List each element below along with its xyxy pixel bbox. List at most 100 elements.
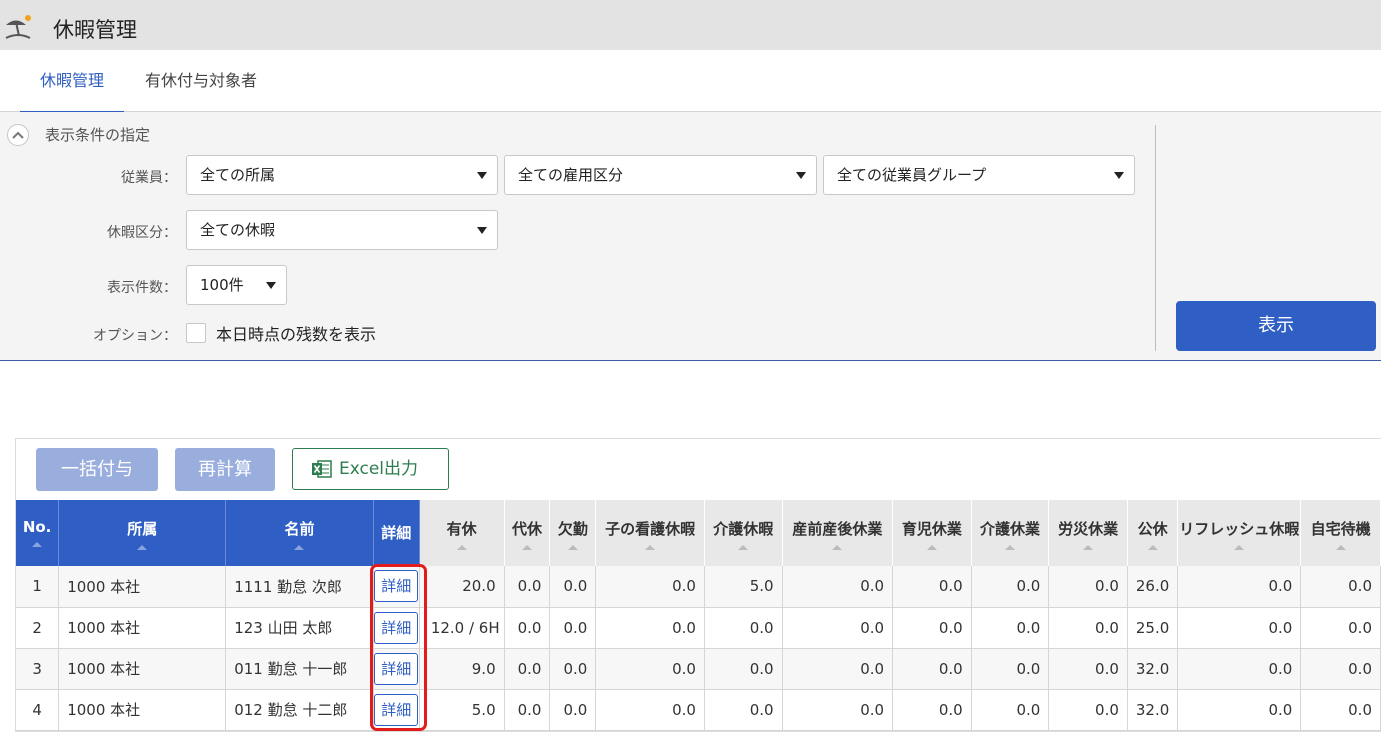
- employee-group-select[interactable]: 全ての従業員グループ: [823, 155, 1135, 195]
- caret-down-icon: [266, 282, 276, 289]
- cell-detail: 詳細: [373, 689, 420, 731]
- filter-section-title: 表示条件の指定: [45, 126, 151, 144]
- employment-type-select[interactable]: 全ての雇用区分: [504, 155, 817, 195]
- sort-icon: [832, 545, 843, 550]
- remaining-today-checkbox-label[interactable]: 本日時点の残数を表示: [216, 321, 376, 345]
- column-header-care-leave[interactable]: 介護休暇: [704, 500, 783, 566]
- cell-detail: 詳細: [373, 566, 420, 608]
- cell-absence: 0.0: [549, 689, 597, 731]
- column-header-public-holiday[interactable]: 公休: [1127, 500, 1179, 566]
- sort-icon: [645, 545, 656, 550]
- cell-refresh-leave: 0.0: [1177, 566, 1302, 608]
- count-label: 表示件数：: [107, 280, 177, 296]
- divider: [1155, 125, 1156, 351]
- excel-icon: [312, 460, 332, 478]
- cell-child-nursing: 0.0: [595, 689, 705, 731]
- column-header-name[interactable]: 名前: [225, 500, 374, 566]
- cell-nursing-care: 0.0: [971, 648, 1050, 690]
- cell-name: 011 勤怠 十一郎: [225, 648, 374, 690]
- cell-work-injury: 0.0: [1048, 566, 1128, 608]
- excel-export-button[interactable]: Excel出力: [292, 448, 449, 490]
- cell-compensatory: 0.0: [504, 566, 551, 608]
- cell-care-leave: 5.0: [704, 566, 783, 608]
- cell-care-leave: 0.0: [704, 607, 783, 649]
- column-header-compensatory[interactable]: 代休: [504, 500, 551, 566]
- table-header-row: No. 所属 名前 詳細 有休 代休 欠勤 子の看護休暇 介護休暇 産前産後休業…: [16, 500, 1381, 566]
- column-header-no[interactable]: No.: [16, 500, 60, 566]
- cell-refresh-leave: 0.0: [1177, 689, 1302, 731]
- column-header-refresh-leave[interactable]: リフレッシュ休暇: [1177, 500, 1302, 566]
- cell-paid-leave: 12.0 / 6H: [419, 607, 505, 649]
- sort-icon: [1004, 545, 1015, 550]
- sort-icon: [522, 545, 533, 550]
- remaining-today-checkbox[interactable]: [186, 323, 206, 343]
- column-header-child-nursing[interactable]: 子の看護休暇: [595, 500, 705, 566]
- column-header-paid-leave[interactable]: 有休: [419, 500, 505, 566]
- cell-absence: 0.0: [549, 648, 597, 690]
- cell-work-injury: 0.0: [1048, 689, 1128, 731]
- cell-child-nursing: 0.0: [595, 566, 705, 608]
- cell-child-nursing: 0.0: [595, 648, 705, 690]
- column-header-work-injury[interactable]: 労災休業: [1048, 500, 1128, 566]
- count-select[interactable]: 100件: [186, 265, 287, 305]
- chevron-up-icon: [12, 131, 24, 139]
- cell-refresh-leave: 0.0: [1177, 648, 1302, 690]
- cell-affiliation: 1000 本社: [58, 607, 227, 649]
- cell-detail: 詳細: [373, 607, 420, 649]
- column-header-absence[interactable]: 欠勤: [549, 500, 597, 566]
- sort-icon: [1147, 545, 1158, 550]
- sort-icon: [294, 545, 305, 550]
- leave-type-select[interactable]: 全ての休暇: [186, 210, 498, 250]
- cell-home-standby: 0.0: [1300, 566, 1381, 608]
- cell-childcare: 0.0: [892, 648, 972, 690]
- cell-work-injury: 0.0: [1048, 607, 1128, 649]
- cell-compensatory: 0.0: [504, 648, 551, 690]
- cell-absence: 0.0: [549, 607, 597, 649]
- leave-type-select-value: 全ての休暇: [200, 221, 276, 239]
- cell-no: 1: [16, 566, 60, 608]
- sort-icon: [456, 545, 467, 550]
- column-header-maternity[interactable]: 産前産後休業: [782, 500, 894, 566]
- cell-compensatory: 0.0: [504, 607, 551, 649]
- cell-work-injury: 0.0: [1048, 648, 1128, 690]
- cell-home-standby: 0.0: [1300, 689, 1381, 731]
- cell-public-holiday: 26.0: [1127, 566, 1179, 608]
- show-button[interactable]: 表示: [1176, 301, 1376, 351]
- table-row: 3 1000 本社 011 勤怠 十一郎 詳細 9.0 0.0 0.0 0.0 0.0 0.0 0.…: [16, 648, 1381, 690]
- detail-button[interactable]: 詳細: [374, 611, 419, 644]
- cell-affiliation: 1000 本社: [58, 689, 227, 731]
- column-header-nursing-care[interactable]: 介護休業: [971, 500, 1050, 566]
- cell-paid-leave: 20.0: [419, 566, 505, 608]
- detail-button[interactable]: 詳細: [374, 693, 419, 726]
- count-select-value: 100件: [200, 276, 244, 294]
- caret-down-icon: [1114, 172, 1124, 179]
- cell-affiliation: 1000 本社: [58, 648, 227, 690]
- cell-child-nursing: 0.0: [595, 607, 705, 649]
- excel-export-label: Excel出力: [339, 459, 419, 479]
- cell-no: 4: [16, 689, 60, 731]
- tab-bar: 休暇管理 有休付与対象者: [0, 50, 1381, 113]
- column-header-childcare[interactable]: 育児休業: [892, 500, 972, 566]
- table-row: 4 1000 本社 012 勤怠 十二郎 詳細 5.0 0.0 0.0 0.0 0.0 0.0 0.…: [16, 689, 1381, 731]
- cell-care-leave: 0.0: [704, 648, 783, 690]
- cell-maternity: 0.0: [782, 689, 894, 731]
- cell-absence: 0.0: [549, 566, 597, 608]
- cell-paid-leave: 5.0: [419, 689, 505, 731]
- sort-icon: [567, 545, 578, 550]
- affiliation-select-value: 全ての所属: [200, 166, 276, 184]
- collapse-toggle-button[interactable]: [7, 124, 29, 146]
- caret-down-icon: [477, 227, 487, 234]
- employee-group-select-value: 全ての従業員グループ: [837, 166, 987, 184]
- column-header-affiliation[interactable]: 所属: [58, 500, 227, 566]
- detail-button[interactable]: 詳細: [374, 652, 419, 685]
- option-label: オプション：: [93, 328, 177, 344]
- sort-icon: [738, 545, 749, 550]
- detail-button[interactable]: 詳細: [374, 570, 419, 603]
- bulk-grant-button[interactable]: 一括付与: [36, 448, 158, 491]
- cell-no: 2: [16, 607, 60, 649]
- affiliation-select[interactable]: 全ての所属: [186, 155, 498, 195]
- tab-paid-leave-targets[interactable]: 有休付与対象者: [145, 50, 257, 112]
- column-header-home-standby[interactable]: 自宅待機: [1300, 500, 1381, 566]
- recalculate-button[interactable]: 再計算: [175, 448, 275, 491]
- tab-leave-management[interactable]: 休暇管理: [19, 50, 125, 113]
